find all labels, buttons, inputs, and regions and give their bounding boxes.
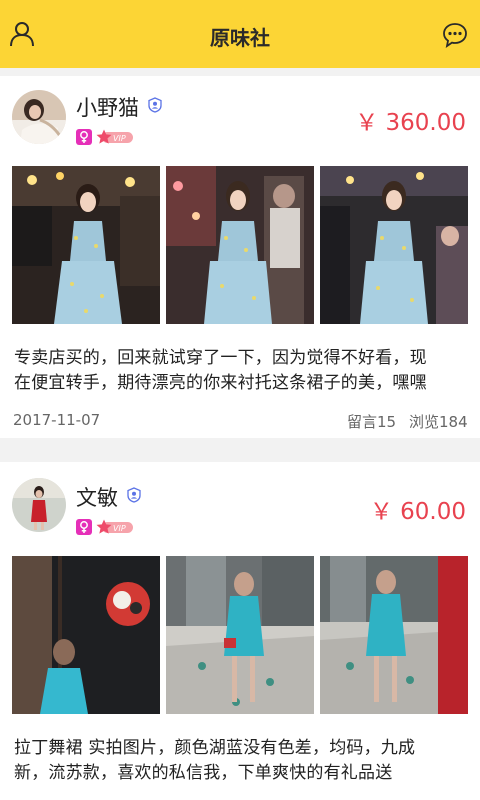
app-screen: 原味社 小野猫 VIP ￥ 360.00 专卖店买的，回来就试穿了一下，因为觉得… bbox=[0, 0, 480, 800]
product-photo[interactable] bbox=[12, 166, 160, 324]
comment-count[interactable]: 留言15 bbox=[347, 411, 396, 432]
product-photo[interactable] bbox=[166, 556, 314, 714]
post-description: 拉丁舞裙 实拍图片，颜色湖蓝没有色差，均码，九成 新，流苏款，喜欢的私信我，下单… bbox=[14, 736, 469, 786]
verified-icon bbox=[148, 97, 162, 113]
product-photo[interactable] bbox=[320, 556, 468, 714]
username[interactable]: 文敏 bbox=[76, 482, 118, 512]
vip-text: VIP bbox=[113, 134, 126, 143]
product-photo[interactable] bbox=[166, 166, 314, 324]
female-icon bbox=[76, 519, 92, 535]
price: ￥ 60.00 bbox=[369, 499, 466, 525]
vip-text: VIP bbox=[113, 524, 126, 533]
chat-bubble-icon[interactable] bbox=[442, 22, 468, 48]
product-photo[interactable] bbox=[12, 556, 160, 714]
post-card[interactable]: 文敏 VIP ￥ 60.00 拉丁舞裙 实拍图片，颜色湖蓝没有色差，均码，九成 … bbox=[0, 462, 480, 800]
female-icon bbox=[76, 129, 92, 145]
avatar[interactable] bbox=[12, 90, 66, 144]
description-line: 新，流苏款，喜欢的私信我，下单爽快的有礼品送 bbox=[14, 763, 393, 783]
vip-badge: VIP bbox=[96, 129, 133, 144]
post-description: 专卖店买的，回来就试穿了一下，因为觉得不好看，现 在便宜转手，期待漂亮的你来衬托… bbox=[14, 346, 469, 396]
verified-icon bbox=[127, 487, 141, 503]
product-photo[interactable] bbox=[320, 166, 468, 324]
avatar[interactable] bbox=[12, 478, 66, 532]
description-line: 在便宜转手，期待漂亮的你来衬托这条裙子的美，嘿嘿 bbox=[14, 373, 427, 393]
username[interactable]: 小野猫 bbox=[76, 92, 139, 122]
vip-badge: VIP bbox=[96, 519, 133, 534]
top-bar: 原味社 bbox=[0, 0, 480, 68]
price: ￥ 360.00 bbox=[355, 110, 466, 136]
post-card[interactable]: 小野猫 VIP ￥ 360.00 专卖店买的，回来就试穿了一下，因为觉得不好看，… bbox=[0, 76, 480, 438]
post-date: 2017-11-07 bbox=[13, 411, 101, 429]
description-line: 拉丁舞裙 实拍图片，颜色湖蓝没有色差，均码，九成 bbox=[14, 738, 416, 758]
description-line: 专卖店买的，回来就试穿了一下，因为觉得不好看，现 bbox=[14, 348, 427, 368]
view-count: 浏览184 bbox=[409, 413, 468, 431]
page-title: 原味社 bbox=[210, 26, 270, 50]
